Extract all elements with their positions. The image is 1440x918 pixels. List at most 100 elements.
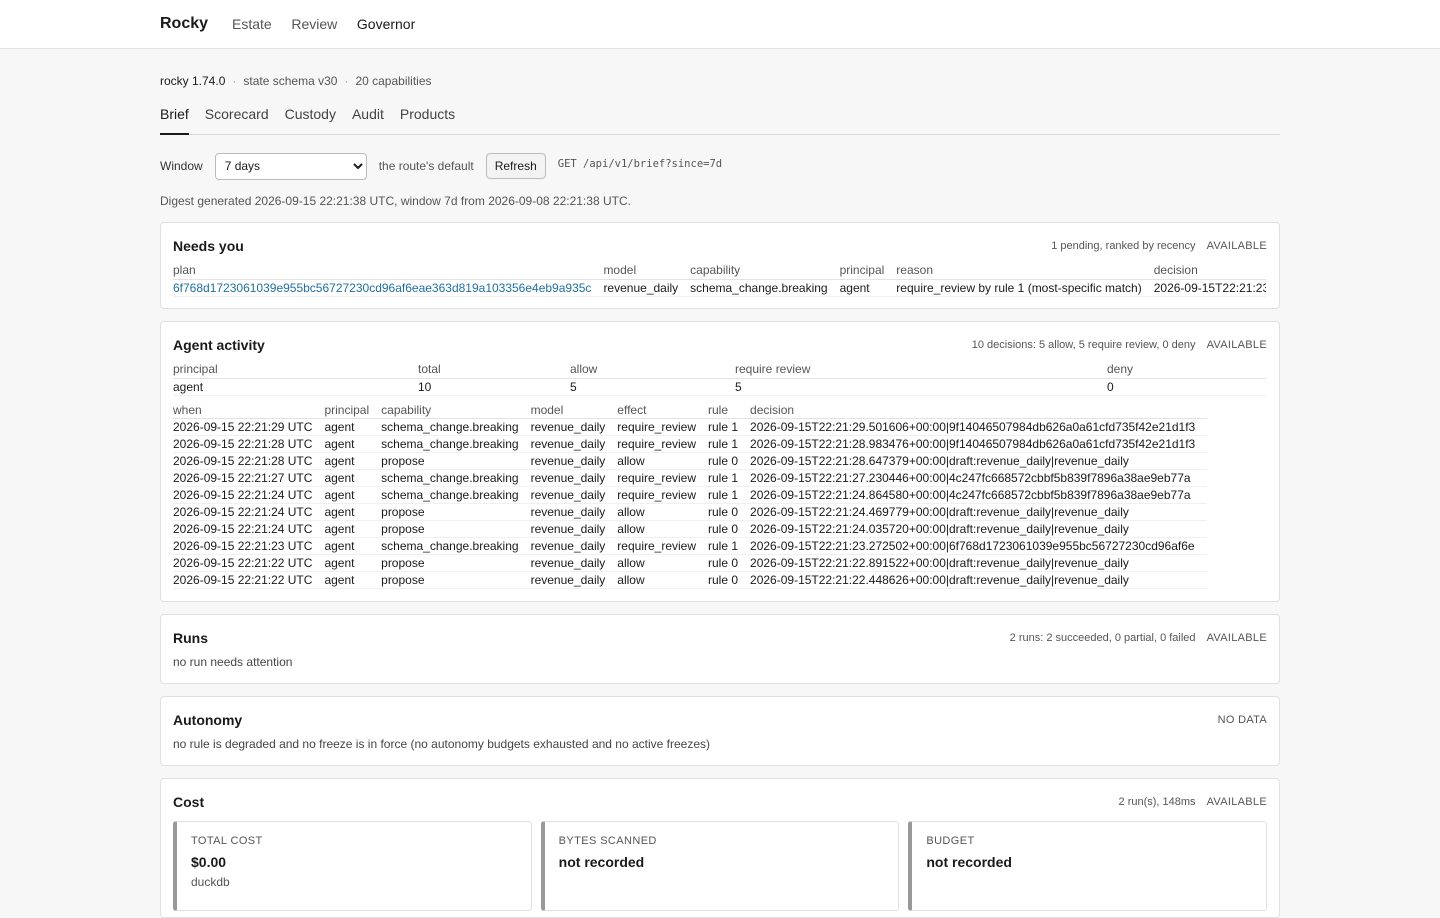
table-row: 2026-09-15 22:21:28 UTC agent schema_chang… xyxy=(173,435,1208,453)
cell-principal: agent xyxy=(324,554,382,572)
cell-effect: allow xyxy=(617,571,708,589)
cell-decision: 2026-09-15T22:21:22.891522+00:00|draft:r… xyxy=(750,554,1208,572)
col-capability: capability xyxy=(690,263,840,280)
cost-kpis: TOTAL COST $0.00 duckdb BYTES SCANNED no… xyxy=(173,821,1268,911)
tab-brief[interactable]: Brief xyxy=(160,105,189,135)
cell-capability: propose xyxy=(381,503,531,521)
col-deny: deny xyxy=(1107,362,1266,379)
tab-custody[interactable]: Custody xyxy=(285,105,336,135)
card-title: Cost xyxy=(173,794,205,810)
col-effect: effect xyxy=(617,402,708,419)
cell-decision: 2026-09-15T22:21:28.983476+00:00|9f14046… xyxy=(750,435,1208,453)
card-title: Runs xyxy=(173,630,208,646)
col-allow: allow xyxy=(570,362,735,379)
cell-model: revenue_daily xyxy=(530,571,618,589)
kpi-total-cost: TOTAL COST $0.00 duckdb xyxy=(173,821,532,911)
cell-decision: 2026-09-15T22:21:24.864580+00:00|4c247fc… xyxy=(750,486,1208,504)
agent-activity-card: Agent activity 10 decisions: 5 allow, 5 … xyxy=(160,321,1280,602)
table-row: 2026-09-15 22:21:22 UTC agent propose reven… xyxy=(173,571,1208,589)
cell-capability: propose xyxy=(381,554,531,572)
cell-model: revenue_daily xyxy=(530,520,618,538)
activity-summary-table: principal total allow require review den… xyxy=(173,362,1266,396)
col-principal: principal xyxy=(839,263,897,280)
table-row: 2026-09-15 22:21:24 UTC agent propose reven… xyxy=(173,503,1208,521)
kpi-budget: BUDGET not recorded xyxy=(908,821,1268,911)
endpoint-text: GET /api/v1/brief?since=7d xyxy=(557,158,723,170)
card-title: Needs you xyxy=(173,238,244,254)
nav-review[interactable]: Review xyxy=(291,16,337,32)
window-select[interactable]: 7 days xyxy=(214,152,367,180)
col-model: model xyxy=(530,402,618,419)
cell-capability: schema_change.breaking xyxy=(381,418,531,436)
table-row: 2026-09-15 22:21:24 UTC agent schema_chang… xyxy=(173,486,1208,504)
cell-capability: schema_change.breaking xyxy=(381,486,531,504)
nav-estate[interactable]: Estate xyxy=(232,16,272,32)
cell-when: 2026-09-15 22:21:24 UTC xyxy=(173,486,325,504)
plan-link[interactable]: 6f768d1723061039e955bc56727230cd96af6eae… xyxy=(173,281,591,295)
cell-effect: allow xyxy=(617,520,708,538)
col-decision: decision xyxy=(1153,263,1266,280)
cell-effect: require_review xyxy=(617,435,708,453)
runs-text: no run needs attention xyxy=(173,655,293,669)
cell-when: 2026-09-15 22:21:28 UTC xyxy=(173,452,325,470)
cell-decision: 2026-09-15T22:21:23.272502+00:00|6f768d1… xyxy=(750,537,1208,555)
cell-when: 2026-09-15 22:21:24 UTC xyxy=(173,503,325,521)
cell-decision: 2026-09-15T22:21:24.035720+00:00|draft:r… xyxy=(750,520,1208,538)
cell-principal: agent xyxy=(324,503,382,521)
cell-rule: rule 0 xyxy=(708,520,751,538)
top-nav: Estate Review Governor xyxy=(232,16,431,32)
col-principal: principal xyxy=(173,362,418,379)
cell-decision: 2026-09-15T22:21:22.448626+00:00|draft:r… xyxy=(750,571,1208,589)
cell-principal: agent xyxy=(324,537,382,555)
cell-rule: rule 1 xyxy=(708,418,751,436)
refresh-button[interactable]: Refresh xyxy=(485,153,546,179)
card-title: Agent activity xyxy=(173,337,265,353)
cell-model: revenue_daily xyxy=(530,486,618,504)
cell-capability: propose xyxy=(381,520,531,538)
version-text: rocky 1.74.0 xyxy=(160,74,226,88)
table-row: 2026-09-15 22:21:24 UTC agent propose reven… xyxy=(173,520,1208,538)
cell-rule: rule 1 xyxy=(708,469,751,487)
cell-decision: 2026-09-15T22:21:29.501606+00:00|9f14046… xyxy=(750,418,1208,436)
cost-card: Cost 2 run(s), 148ms AVAILABLE TOTAL COS… xyxy=(160,778,1280,918)
autonomy-text: no rule is degraded and no freeze is in … xyxy=(173,737,711,751)
cell-principal: agent xyxy=(324,520,382,538)
schema-text: state schema v30 xyxy=(243,74,338,88)
table-row: 2026-09-15 22:21:22 UTC agent propose reven… xyxy=(173,554,1208,572)
needs-you-table: plan model capability principal reason d… xyxy=(173,263,1266,297)
cell-principal: agent xyxy=(324,486,382,504)
cell-effect: allow xyxy=(617,554,708,572)
cell-model: revenue_daily xyxy=(530,452,618,470)
capabilities-text: 20 capabilities xyxy=(355,74,432,88)
tab-bar: Brief Scorecard Custody Audit Products xyxy=(160,105,1280,135)
cell-rule: rule 0 xyxy=(708,503,751,521)
col-capability: capability xyxy=(381,402,531,419)
cell-model: revenue_daily xyxy=(530,503,618,521)
cell-principal: agent xyxy=(839,279,897,297)
cell-principal: agent xyxy=(324,418,382,436)
col-reason: reason xyxy=(896,263,1154,280)
brand-logo[interactable]: Rocky xyxy=(160,15,208,33)
nav-governor[interactable]: Governor xyxy=(357,16,415,32)
cell-capability: schema_change.breaking xyxy=(690,279,840,297)
cell-decision: 2026-09-15T22:21:24.469779+00:00|draft:r… xyxy=(750,503,1208,521)
cell-decision: 2026-09-15T22:21:28.647379+00:00|draft:r… xyxy=(750,452,1208,470)
cell-when: 2026-09-15 22:21:22 UTC xyxy=(173,554,325,572)
cell-principal: agent xyxy=(324,571,382,589)
tab-audit[interactable]: Audit xyxy=(352,105,384,135)
window-hint: the route's default xyxy=(378,159,474,173)
table-row: 2026-09-15 22:21:28 UTC agent propose reven… xyxy=(173,452,1208,470)
cell-model: revenue_daily xyxy=(530,418,618,436)
col-model: model xyxy=(603,263,691,280)
card-summary: 2 run(s), 148ms xyxy=(1118,796,1196,808)
card-title: Autonomy xyxy=(173,712,243,728)
cell-effect: require_review xyxy=(617,469,708,487)
table-row: agent 10 5 5 0 xyxy=(173,378,1266,396)
table-row: 2026-09-15 22:21:29 UTC agent schema_chang… xyxy=(173,418,1208,436)
col-plan: plan xyxy=(173,263,604,280)
col-when: when xyxy=(173,402,325,419)
cell-capability: propose xyxy=(381,571,531,589)
tab-scorecard[interactable]: Scorecard xyxy=(205,105,269,135)
cell-model: revenue_daily xyxy=(530,469,618,487)
tab-products[interactable]: Products xyxy=(400,105,455,135)
